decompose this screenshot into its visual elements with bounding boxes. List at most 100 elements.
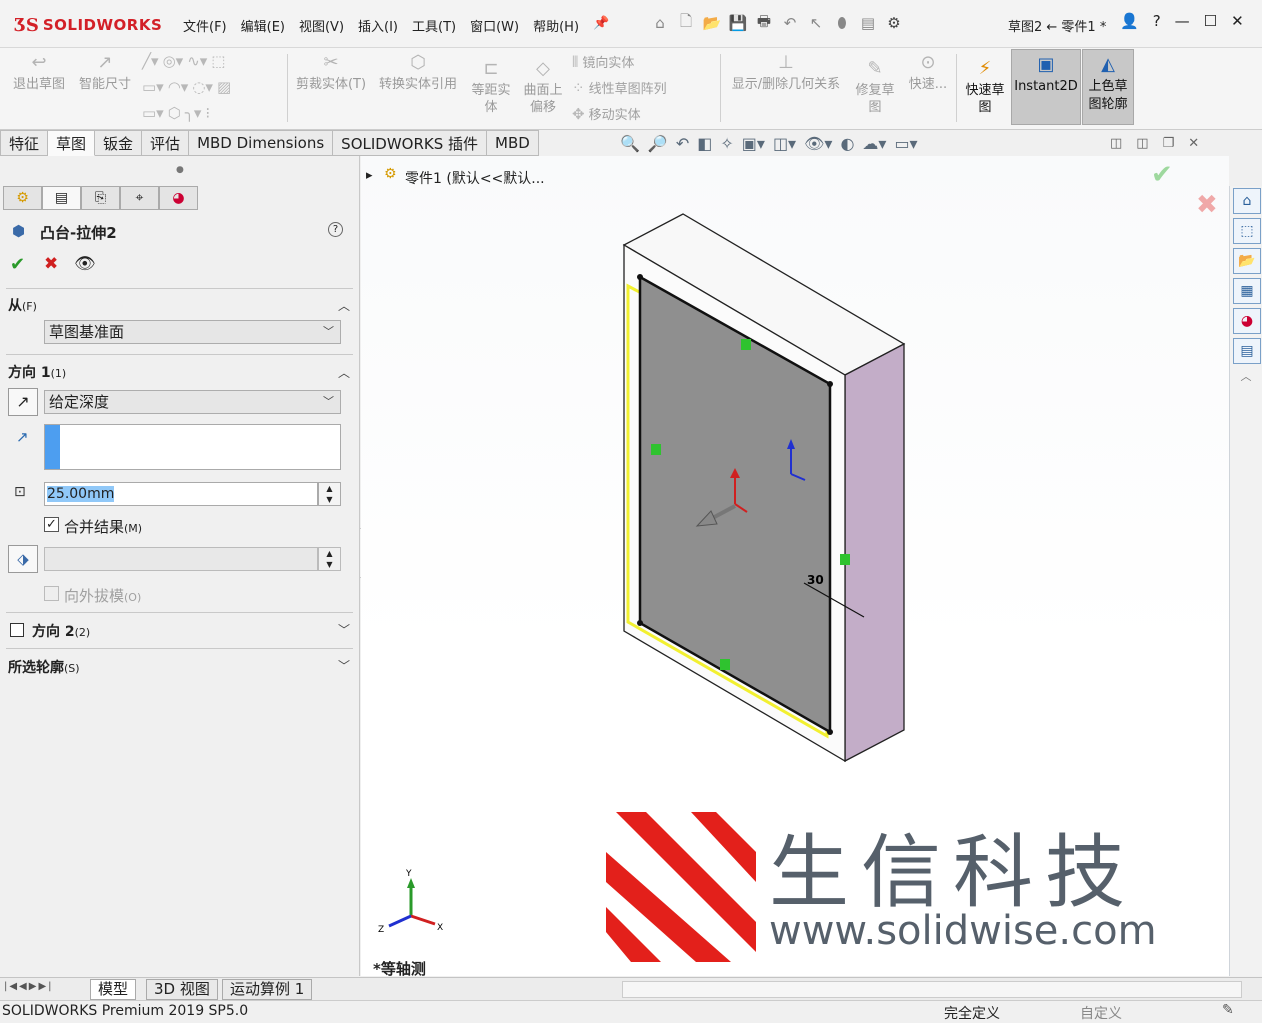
minimize-icon[interactable]: — — [1175, 12, 1190, 30]
cancel-x-icon[interactable]: ✖ — [44, 254, 58, 274]
appearances-icon[interactable]: ◕ — [1233, 308, 1261, 334]
preview-eye-icon[interactable]: 👁 — [74, 254, 96, 274]
property-manager-tab-icon[interactable]: ▤ — [42, 186, 81, 210]
direction-selection-box[interactable] — [44, 424, 341, 470]
user-icon[interactable]: 👤 — [1120, 12, 1139, 30]
resources-home-icon[interactable]: ⌂ — [1233, 188, 1261, 214]
relation-marker[interactable] — [720, 659, 730, 670]
scroll-up-icon[interactable]: ︿ — [1230, 368, 1262, 384]
sketch-tools-row2[interactable]: ▭▾ ◠▾ ◌▾ ▨ — [142, 78, 231, 96]
open-icon[interactable]: 📂 — [702, 13, 722, 33]
rebuild-icon[interactable]: ⬮ — [832, 13, 852, 33]
trim-button[interactable]: ✂ 剪裁实体(T) — [292, 54, 370, 93]
appearance-icon[interactable]: ◐ — [840, 134, 854, 153]
rapid-sketch-button[interactable]: ⚡ 快速草图 — [960, 60, 1010, 116]
tab-sheet-metal[interactable]: 钣金 — [95, 130, 143, 156]
menu-view[interactable]: 视图(V) — [292, 14, 351, 37]
relation-marker[interactable] — [741, 339, 751, 350]
sketch-tools-row1[interactable]: ╱▾ ◎▾ ∿▾ ⬚ — [142, 52, 225, 70]
ok-check-icon[interactable]: ✔ — [10, 254, 25, 275]
quick-snaps-button[interactable]: ⊙ 快速... — [904, 54, 952, 93]
menu-window[interactable]: 窗口(W) — [463, 14, 526, 37]
menu-file[interactable]: 文件(F) — [176, 14, 234, 37]
draft-spinner[interactable]: ▲ ▼ — [318, 547, 341, 571]
display-relations-button[interactable]: ⊥ 显示/删除几何关系 — [724, 54, 848, 93]
sketch-tools-row3[interactable]: ▭▾ ⬡ ╮▾ ⁝ — [142, 104, 210, 122]
collapse-right-icon[interactable]: ◫ — [1136, 136, 1148, 151]
tab-3d-view[interactable]: 3D 视图 — [146, 979, 218, 1000]
options-gear-icon[interactable]: ⚙ — [884, 13, 904, 33]
dynamic-annotation-icon[interactable]: ✧ — [720, 134, 733, 153]
draft-outward-checkbox[interactable] — [44, 586, 59, 601]
tree-expand-icon[interactable]: ▸ — [366, 168, 373, 183]
chevron-down-icon[interactable]: ﹀ — [338, 657, 350, 674]
tab-scroll-icon[interactable]: |◀◀▶▶| — [4, 981, 54, 992]
view-orientation-icon[interactable]: ▣▾ — [742, 134, 765, 153]
print-icon[interactable]: 🖶 — [754, 12, 774, 33]
tab-mbd-dimensions[interactable]: MBD Dimensions — [189, 130, 334, 156]
convert-entities-button[interactable]: ⬡ 转换实体引用 — [372, 54, 464, 93]
panel-grip-icon[interactable]: ● — [176, 165, 184, 175]
horizontal-scrollbar[interactable] — [622, 981, 1242, 998]
help-icon[interactable]: ? — [328, 222, 343, 237]
scene-icon[interactable]: ☁▾ — [862, 134, 886, 153]
tab-sketch[interactable]: 草图 — [48, 130, 96, 156]
tab-model[interactable]: 模型 — [90, 979, 137, 1000]
chevron-up-icon[interactable]: ︿ — [338, 364, 350, 381]
reverse-direction-button[interactable]: ↗ — [8, 388, 38, 416]
direction2-checkbox[interactable] — [10, 623, 24, 637]
offset-on-surface-button[interactable]: ◇ 曲面上 偏移 — [518, 60, 568, 116]
confirm-cancel-icon[interactable]: ✖ — [1196, 190, 1218, 220]
graphics-area[interactable]: 30 Y X Z *等轴测 ✔ ✖ 生信科技 www.solidwise.com — [361, 156, 1229, 978]
viewport-close-icon[interactable]: ✕ — [1188, 136, 1199, 151]
tab-addins[interactable]: SOLIDWORKS 插件 — [333, 130, 488, 156]
repair-sketch-button[interactable]: ✎ 修复草图 — [850, 60, 900, 116]
shaded-sketch-contours-button[interactable]: ◭ 上色草 图轮廓 — [1082, 49, 1134, 125]
instant2d-button[interactable]: ▣ Instant2D — [1011, 49, 1081, 125]
from-select[interactable]: 草图基准面 ﹀ — [44, 320, 341, 344]
menu-insert[interactable]: 插入(I) — [351, 14, 405, 37]
draft-angle-input[interactable] — [44, 547, 318, 571]
pin-icon[interactable]: 📌 — [586, 14, 616, 37]
display-style-icon[interactable]: ◫▾ — [773, 134, 796, 153]
help-icon[interactable]: ? — [1153, 12, 1161, 30]
merge-checkbox[interactable]: ✓ — [44, 517, 59, 532]
home-icon[interactable]: ⌂ — [650, 13, 670, 33]
tab-mbd[interactable]: MBD — [487, 130, 539, 156]
config-manager-tab-icon[interactable]: ⎘ — [81, 186, 120, 210]
hide-show-icon[interactable]: 👁▾ — [804, 134, 832, 153]
chevron-down-icon[interactable]: ﹀ — [338, 621, 350, 638]
tab-motion-study[interactable]: 运动算例 1 — [222, 979, 313, 1000]
end-condition-select[interactable]: 给定深度 ﹀ — [44, 390, 341, 414]
file-props-icon[interactable]: ▤ — [858, 13, 878, 33]
tab-features[interactable]: 特征 — [0, 130, 49, 156]
dimension-label[interactable]: 30 — [807, 573, 824, 587]
undo-icon[interactable]: ↶ — [780, 13, 800, 33]
mirror-button[interactable]: ⫴ 镜向实体 — [572, 52, 634, 72]
from-section-header[interactable]: 从(F) — [8, 295, 37, 315]
zoom-to-fit-icon[interactable]: 🔍 — [620, 134, 640, 153]
dimxpert-tab-icon[interactable]: ⌖ — [120, 186, 159, 210]
relation-marker[interactable] — [840, 554, 850, 565]
depth-spinner[interactable]: ▲ ▼ — [318, 482, 341, 506]
menu-edit[interactable]: 编辑(E) — [234, 14, 292, 37]
view-settings-icon[interactable]: ▭▾ — [894, 134, 917, 153]
section-view-icon[interactable]: ◧ — [697, 134, 712, 153]
selected-contours-section-header[interactable]: 所选轮廓(S) — [8, 657, 80, 677]
direction1-section-header[interactable]: 方向 1(1) — [8, 362, 66, 382]
maximize-icon[interactable]: ☐ — [1204, 12, 1217, 30]
solidworks-logo[interactable]: ƷS SOLIDWORKS — [14, 10, 162, 40]
new-doc-icon[interactable]: 🗋 — [676, 12, 696, 33]
custom-properties-icon[interactable]: ▤ — [1233, 338, 1261, 364]
smart-dimension-button[interactable]: ↗ 智能尺寸 — [74, 54, 136, 93]
direction2-section-header[interactable]: 方向 2(2) — [32, 621, 90, 641]
save-icon[interactable]: 💾 — [728, 13, 748, 33]
chevron-up-icon[interactable]: ︿ — [338, 297, 350, 314]
offset-entities-button[interactable]: ⊏ 等距实体 — [466, 60, 516, 116]
exit-sketch-button[interactable]: ↩ 退出草图 — [8, 54, 70, 93]
relation-marker[interactable] — [651, 444, 661, 455]
units-setting[interactable]: 自定义 — [1080, 1003, 1122, 1023]
draft-toggle-button[interactable]: ⬗ — [8, 545, 38, 573]
linear-pattern-button[interactable]: ⁘ 线性草图阵列 — [572, 78, 667, 98]
confirm-ok-icon[interactable]: ✔ — [1151, 160, 1173, 190]
